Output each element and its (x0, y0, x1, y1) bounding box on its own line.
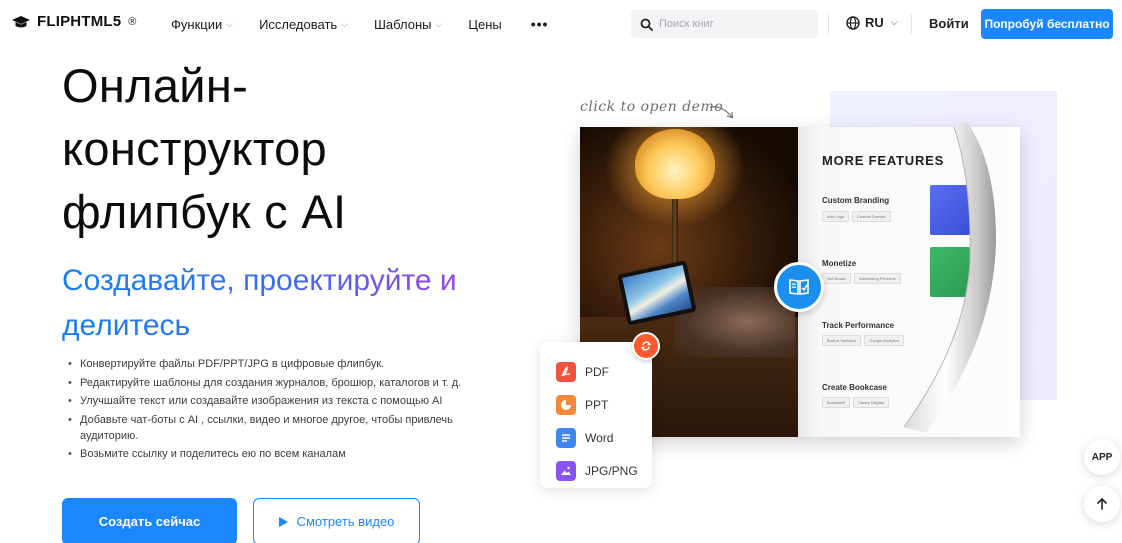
globe-icon (846, 15, 860, 30)
feature-list-item: Редактируйте шаблоны для создания журнал… (68, 375, 498, 391)
hero-title: Онлайн- конструктор флипбук с AI (62, 54, 502, 243)
format-item-word: Word (540, 421, 652, 454)
lamp-image (635, 129, 715, 199)
language-label: RU (865, 15, 884, 30)
feature-tags: Add Logo Custom Domain (822, 211, 891, 222)
chevron-down-icon: ⌵ (341, 18, 349, 29)
feature-section-title: Monetize (822, 259, 857, 268)
feature-tag: Custom Domain (852, 211, 891, 222)
nav-item-explore[interactable]: Исследовать ⌵ (259, 17, 348, 32)
nav-item-label: Шаблоны (374, 16, 432, 32)
logo-registered-mark: ® (128, 15, 137, 28)
feature-section-title: Track Performance (822, 321, 895, 330)
convert-badge (632, 332, 660, 360)
feature-section-title: Create Bookcase (822, 383, 887, 392)
nav-item-pricing[interactable]: Цены (468, 17, 501, 32)
feature-tag: Bookshelf (822, 397, 850, 408)
app-download-button[interactable]: APP (1084, 439, 1120, 475)
arrow-up-icon (1097, 497, 1107, 510)
hero-subtitle-line: делитесь (62, 309, 191, 342)
feature-list-item: Возьмите ссылку и поделитесь ею по всем … (68, 446, 498, 462)
top-navbar: FLIPHTML5 ® Функции ⌵ Исследовать ⌵ Шабло… (0, 0, 1122, 48)
nav-item-features[interactable]: Функции ⌵ (171, 17, 233, 32)
hero-title-line: Онлайн- (62, 59, 249, 112)
format-list-card: PDF PPT Word JPG/PNG (540, 342, 652, 488)
feature-list-item: Добавьте чат-боты с AI , ссылки, видео и… (68, 412, 498, 444)
format-label: JPG/PNG (585, 463, 638, 478)
main-nav: Функции ⌵ Исследовать ⌵ Шаблоны ⌵ Цены •… (171, 16, 574, 32)
image-icon (556, 460, 576, 481)
format-label: Word (585, 430, 614, 445)
feature-list: Конвертируйте файлы PDF/PPT/JPG в цифров… (68, 356, 498, 465)
curved-arrow-icon (709, 106, 734, 119)
pdf-icon (556, 361, 576, 382)
convert-arrows-icon (640, 341, 652, 351)
watch-video-label: Смотреть видео (296, 514, 395, 529)
logo-text: FLIPHTML5 (37, 13, 122, 30)
feature-tags: Sell Books Advertising Revenue (822, 273, 901, 284)
page-curl-image (903, 121, 996, 433)
hero-subtitle: Создавайте, проектируйте и делитесь (62, 258, 552, 348)
search-icon (640, 18, 653, 31)
format-label: PPT (585, 397, 609, 412)
chevron-down-icon: ⌵ (435, 18, 443, 29)
feature-tag: Add Logo (822, 211, 850, 222)
header-divider (911, 14, 912, 34)
ppt-icon (556, 394, 576, 415)
format-item-pdf: PDF (540, 355, 652, 388)
word-icon (556, 427, 576, 448)
format-item-image: JPG/PNG (540, 454, 652, 487)
try-free-button[interactable]: Попробуй бесплатно (981, 9, 1113, 39)
format-item-ppt: PPT (540, 388, 652, 421)
nav-item-label: Исследовать (259, 16, 338, 32)
hero-title-line: конструктор (62, 122, 327, 175)
watch-video-button[interactable]: Смотреть видео (253, 498, 420, 543)
graduation-cap-icon (12, 15, 30, 27)
feature-tags: Bookshelf Library Display (822, 397, 890, 408)
feature-tags: Built-in Statistics Google Analytics (822, 335, 905, 346)
hero-title-line: флипбук с AI (62, 185, 347, 238)
hero-subtitle-line: Создавайте, проектируйте и (62, 264, 457, 297)
nav-item-label: Цены (468, 16, 502, 32)
search-input[interactable] (659, 18, 809, 30)
feature-section-title: Custom Branding (822, 196, 890, 205)
open-book-icon (789, 279, 809, 295)
chevron-down-icon: ⌵ (226, 18, 234, 29)
language-selector[interactable]: RU ⌵ (846, 15, 898, 30)
login-link[interactable]: Войти (929, 16, 969, 31)
feature-tag: Library Display (852, 397, 890, 408)
more-dots-icon: ••• (530, 16, 549, 32)
play-icon (278, 516, 288, 527)
header-divider (828, 14, 829, 34)
search-box[interactable] (631, 10, 818, 38)
demo-hint: click to open demo (580, 99, 724, 115)
feature-list-item: Улучшайте текст или создавайте изображен… (68, 393, 498, 409)
open-book-button[interactable] (774, 262, 824, 312)
nav-item-templates[interactable]: Шаблоны ⌵ (374, 17, 442, 32)
back-to-top-button[interactable] (1084, 486, 1120, 522)
create-now-button[interactable]: Создать сейчас (62, 498, 237, 543)
feature-tag: Built-in Statistics (822, 335, 862, 346)
feature-tag: Sell Books (822, 273, 851, 284)
feature-tag: Advertising Revenue (853, 273, 901, 284)
format-label: PDF (585, 364, 609, 379)
logo[interactable]: FLIPHTML5 ® (11, 13, 137, 30)
nav-item-label: Функции (171, 16, 223, 32)
chevron-down-icon: ⌵ (890, 17, 898, 27)
more-menu-button[interactable]: ••• (531, 16, 549, 32)
feature-list-item: Конвертируйте файлы PDF/PPT/JPG в цифров… (68, 356, 498, 372)
